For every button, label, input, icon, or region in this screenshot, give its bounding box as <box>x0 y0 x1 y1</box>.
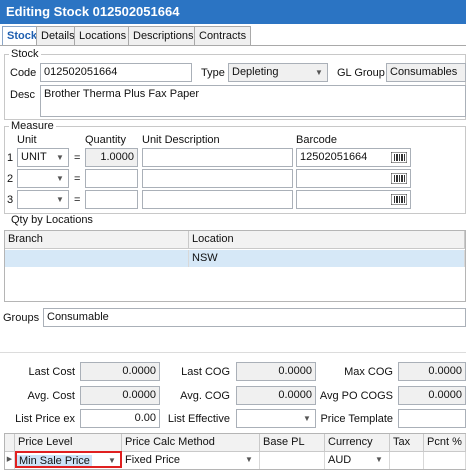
unit-select[interactable]: UNIT ▼ <box>17 148 69 167</box>
chevron-down-icon: ▼ <box>56 174 64 183</box>
column-header-tax[interactable]: Tax <box>390 434 424 452</box>
last-cog-label: Last COG <box>181 366 230 378</box>
unit-select[interactable]: ▼ <box>17 169 69 188</box>
avg-po-cogs-field: 0.0000 <box>398 386 466 405</box>
price-template-label: Price Template <box>320 413 393 425</box>
barcode-icon[interactable] <box>391 152 407 163</box>
column-header-base-pl[interactable]: Base PL <box>260 434 325 452</box>
gl-group-label: GL Group <box>337 67 385 79</box>
barcode-icon[interactable] <box>391 173 407 184</box>
window-title: Editing Stock 012502051664 <box>0 0 466 24</box>
gl-group-select[interactable]: Consumables <box>386 63 466 82</box>
barcode-value: 12502051664 <box>300 151 368 163</box>
quantity-field[interactable] <box>85 190 138 209</box>
measure-group-label: Measure <box>9 120 56 132</box>
price-calc-method-value: Fixed Price <box>125 454 181 466</box>
tab-locations[interactable]: Locations <box>74 26 132 46</box>
stock-panel: Stock Code 012502051664 Type Depleting ▼… <box>0 45 466 470</box>
currency-select[interactable]: AUD ▼ <box>325 452 390 469</box>
code-label: Code <box>10 67 37 79</box>
code-field[interactable]: 012502051664 <box>40 63 192 82</box>
chevron-down-icon: ▼ <box>56 153 64 162</box>
quantity-field[interactable] <box>85 169 138 188</box>
unit-description-header: Unit Description <box>142 134 220 146</box>
pcnt-cell[interactable] <box>424 452 466 469</box>
grid-corner <box>5 434 15 452</box>
type-label: Type <box>201 67 225 79</box>
list-effective-select[interactable]: ▼ <box>236 409 316 428</box>
chevron-down-icon: ▼ <box>245 455 253 464</box>
quantity-field[interactable]: 1.0000 <box>85 148 138 167</box>
desc-label: Desc <box>10 89 36 101</box>
chevron-down-icon: ▼ <box>303 414 311 423</box>
column-header-currency[interactable]: Currency <box>325 434 390 452</box>
price-template-field[interactable] <box>398 409 466 428</box>
unit-select-value: UNIT <box>21 151 47 163</box>
last-cog-field: 0.0000 <box>236 362 316 381</box>
stock-group-label: Stock <box>9 48 41 60</box>
price-level-value: Min Sale Price <box>17 455 92 467</box>
list-price-field[interactable]: 0.00 <box>80 409 160 428</box>
max-cog-field: 0.0000 <box>398 362 466 381</box>
equals-sign: = <box>74 152 81 164</box>
chevron-down-icon: ▼ <box>315 68 323 77</box>
barcode-field[interactable]: 12502051664 <box>296 148 411 167</box>
last-cost-label: Last Cost <box>28 366 75 378</box>
avg-cog-field: 0.0000 <box>236 386 316 405</box>
equals-sign: = <box>74 194 81 206</box>
measure-row-index: 2 <box>7 173 14 185</box>
type-select[interactable]: Depleting ▼ <box>228 63 328 82</box>
avg-cost-label: Avg. Cost <box>27 390 76 402</box>
measure-row-index: 3 <box>7 194 14 206</box>
column-header-location[interactable]: Location <box>189 231 465 249</box>
barcode-field[interactable] <box>296 190 411 209</box>
tab-contracts[interactable]: Contracts <box>194 26 252 46</box>
column-header-price-calc-method[interactable]: Price Calc Method <box>122 434 260 452</box>
last-cost-field: 0.0000 <box>80 362 160 381</box>
barcode-icon[interactable] <box>391 194 407 205</box>
chevron-down-icon: ▼ <box>375 455 383 464</box>
price-level-select[interactable]: Min Sale Price ▼ <box>15 451 122 468</box>
base-pl-cell[interactable] <box>260 452 325 469</box>
desc-field[interactable]: Brother Therma Plus Fax Paper <box>40 85 466 117</box>
list-price-label: List Price ex <box>15 413 75 425</box>
column-header-price-level[interactable]: Price Level <box>15 434 122 452</box>
list-effective-label: List Effective <box>167 413 230 425</box>
row-pointer-icon: ▶ <box>5 452 15 469</box>
currency-value: AUD <box>328 454 352 466</box>
chevron-down-icon: ▼ <box>108 456 116 465</box>
quantity-header: Quantity <box>85 134 126 146</box>
qty-by-locations-label: Qty by Locations <box>9 214 95 226</box>
max-cog-label: Max COG <box>344 366 393 378</box>
equals-sign: = <box>74 173 81 185</box>
tab-descriptions[interactable]: Descriptions <box>128 26 199 46</box>
groups-label: Groups <box>3 312 40 324</box>
measure-row-index: 1 <box>7 152 14 164</box>
unit-description-field[interactable] <box>142 190 293 209</box>
column-header-branch[interactable]: Branch <box>5 231 189 249</box>
barcode-field[interactable] <box>296 169 411 188</box>
tax-cell[interactable] <box>390 452 424 469</box>
avg-po-cogs-label: Avg PO COGS <box>319 390 393 402</box>
section-divider <box>0 352 466 353</box>
type-select-value: Depleting <box>232 66 279 78</box>
unit-description-field[interactable] <box>142 148 293 167</box>
column-header-pcnt[interactable]: Pcnt % <box>424 434 466 452</box>
avg-cog-label: Avg. COG <box>180 390 230 402</box>
price-calc-method-select[interactable]: Fixed Price ▼ <box>122 452 260 469</box>
barcode-header: Barcode <box>296 134 337 146</box>
unit-description-field[interactable] <box>142 169 293 188</box>
groups-field[interactable]: Consumable <box>43 308 466 327</box>
qty-by-locations-grid[interactable]: Branch Location NSW <box>4 230 466 302</box>
avg-cost-field: 0.0000 <box>80 386 160 405</box>
price-level-grid[interactable]: Price Level Price Calc Method Base PL Cu… <box>4 433 466 470</box>
unit-header: Unit <box>17 134 37 146</box>
unit-select[interactable]: ▼ <box>17 190 69 209</box>
location-cell[interactable]: NSW <box>189 250 465 267</box>
branch-cell[interactable] <box>5 250 189 267</box>
chevron-down-icon: ▼ <box>56 195 64 204</box>
